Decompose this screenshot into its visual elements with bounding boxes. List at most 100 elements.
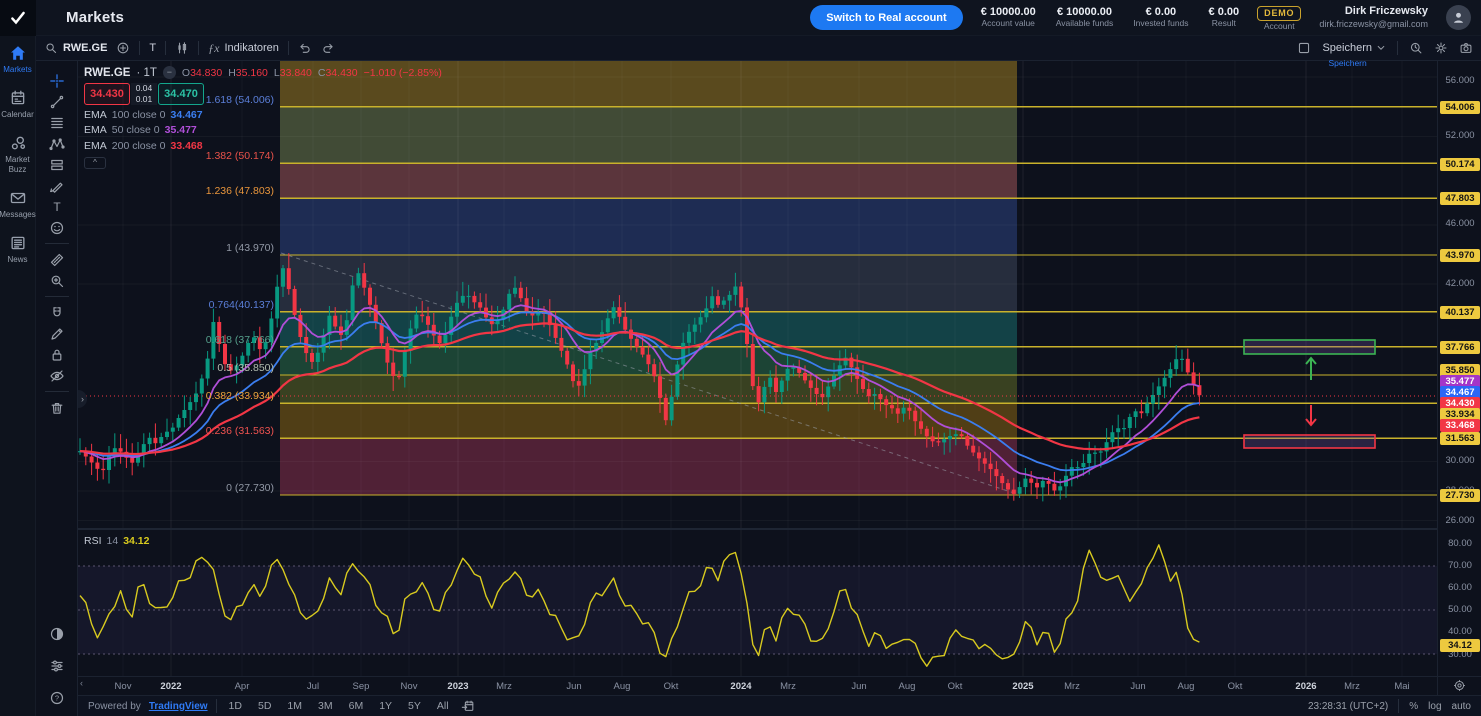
trend-line-tool[interactable] (44, 91, 70, 112)
crosshair-tool[interactable] (44, 70, 70, 91)
year-tick: 2025 (1006, 681, 1040, 692)
timeframe-all[interactable]: All (433, 699, 453, 713)
measure-tool[interactable] (44, 249, 70, 270)
demo-badge: DEMO (1257, 6, 1301, 21)
timeframe-1y[interactable]: 1Y (375, 699, 396, 713)
axis-settings-corner[interactable] (1438, 676, 1481, 695)
chart-properties[interactable] (44, 655, 70, 676)
month-tick: Jun (1121, 681, 1155, 692)
indicator-legend-row[interactable]: EMA200 close 033.468 (84, 140, 442, 152)
redo-button[interactable] (321, 41, 335, 55)
ruler-icon (49, 252, 65, 268)
timeframe-5d[interactable]: 5D (254, 699, 275, 713)
legend-collapse-button[interactable]: ^ (84, 157, 106, 169)
tradingview-link[interactable]: TradingView (149, 701, 208, 712)
zoom-in-tool[interactable] (44, 270, 70, 291)
fib-level-label: 0.618 (37.766) (78, 334, 274, 346)
go-to-date-button[interactable] (461, 699, 475, 713)
sidebar-item-label: Markets (3, 65, 31, 74)
app-sidebar: Markets Calendar Market Buzz Messages News (0, 36, 36, 716)
chart-legend: RWE.GE · 1T − O34.830 H35.160 L33.840 C3… (84, 66, 442, 169)
fib-retracement-tool[interactable] (44, 112, 70, 133)
pattern-tool[interactable] (44, 133, 70, 154)
percent-scale-button[interactable]: % (1409, 701, 1418, 712)
month-tick: Okt (938, 681, 972, 692)
auto-scale-button[interactable]: auto (1452, 701, 1471, 712)
hide-series-icon[interactable]: − (163, 66, 176, 79)
text-tool[interactable]: T (44, 196, 70, 217)
user-name: Dirk Friczewsky (1319, 5, 1428, 19)
legend-symbol[interactable]: RWE.GE (84, 67, 130, 79)
trash-icon (49, 400, 65, 416)
log-scale-button[interactable]: log (1428, 701, 1441, 712)
pane-resize-handle[interactable] (78, 528, 1437, 530)
sidebar-item-news[interactable]: News (0, 234, 36, 264)
save-layout-button[interactable]: Speichern Speichern (1322, 42, 1386, 54)
sidebar-item-calendar[interactable]: Calendar (0, 89, 36, 119)
timeframe-3m[interactable]: 3M (314, 699, 337, 713)
drawing-mode[interactable] (44, 323, 70, 344)
timeframe-1m[interactable]: 1M (283, 699, 306, 713)
switch-to-real-account-button[interactable]: Switch to Real account (810, 5, 962, 30)
magnet-mode[interactable] (44, 302, 70, 323)
year-tick: 2023 (441, 681, 475, 692)
chart-plot-area[interactable]: RWE.GE · 1T − O34.830 H35.160 L33.840 C3… (78, 61, 1437, 695)
sidebar-item-markets[interactable]: Markets (0, 44, 36, 74)
price-axis-label: 50.00 (1438, 604, 1481, 615)
rsi-pane-collapse-arrow[interactable]: ‹ (80, 678, 83, 688)
app-logo[interactable] (0, 0, 36, 36)
compare-add-symbol-button[interactable] (116, 41, 130, 55)
save-label: Speichern (1322, 42, 1372, 54)
lock-drawings[interactable] (44, 344, 70, 365)
indicators-button[interactable]: ƒx Indikatoren (208, 41, 279, 56)
month-tick: Aug (605, 681, 639, 692)
hide-drawings[interactable] (44, 365, 70, 386)
rsi-period: 14 (107, 535, 119, 547)
timeframe-1d[interactable]: 1D (225, 699, 246, 713)
interval-button[interactable]: T (149, 42, 156, 54)
indicator-legend-row[interactable]: EMA50 close 035.477 (84, 124, 442, 136)
price-axis[interactable]: 56.00052.00046.00042.00032.00030.00028.0… (1437, 61, 1481, 695)
timeframe-6m[interactable]: 6M (345, 699, 368, 713)
brush-tool[interactable] (44, 175, 70, 196)
low-value: 33.840 (280, 67, 312, 79)
timeframe-5y[interactable]: 5Y (404, 699, 425, 713)
help[interactable]: ? (44, 687, 70, 708)
indicator-legend-row[interactable]: EMA100 close 034.467 (84, 109, 442, 121)
plus-circle-icon (116, 41, 130, 55)
high-value: 35.160 (236, 67, 268, 79)
crosshair-icon (49, 73, 65, 89)
chart-style-button[interactable] (175, 41, 189, 55)
theme-contrast[interactable] (44, 623, 70, 644)
eyeoff-icon (49, 368, 65, 384)
rsi-chart-canvas[interactable] (78, 530, 1437, 676)
fib-level-label: 1.236 (47.803) (78, 185, 274, 197)
forecast-tool[interactable] (44, 154, 70, 175)
toolbar-divider (198, 41, 199, 55)
ema-value: 33.468 (170, 140, 202, 152)
chart-toolbar-right: Speichern Speichern (1297, 41, 1473, 55)
sell-button[interactable]: 34.430 (84, 83, 130, 105)
person-icon (1451, 10, 1466, 25)
buy-button[interactable]: 34.470 (158, 83, 204, 105)
sidebar-item-market-buzz[interactable]: Market Buzz (0, 134, 36, 173)
layout-select-button[interactable] (1297, 41, 1311, 55)
stat-value: € 0.00 (1133, 6, 1188, 19)
time-axis[interactable]: Nov2022AprJulSepNov2023MrzJunAugOkt2024M… (78, 676, 1437, 695)
zoomin-icon (49, 273, 65, 289)
avatar[interactable] (1446, 5, 1471, 30)
emoji-tool[interactable] (44, 217, 70, 238)
remove-drawings[interactable] (44, 397, 70, 418)
page-title: Markets (66, 9, 124, 26)
sidebar-item-label: Market Buzz (0, 155, 36, 173)
undo-button[interactable] (298, 41, 312, 55)
symbol-search-button[interactable]: RWE.GE (44, 41, 107, 55)
year-tick: 2022 (154, 681, 188, 692)
trend-icon (49, 94, 65, 110)
sidebar-item-messages[interactable]: Messages (0, 189, 36, 219)
close-value: 34.430 (325, 67, 357, 79)
snapshot-button[interactable] (1459, 41, 1473, 55)
alert-button[interactable] (1409, 41, 1423, 55)
chart-settings-button[interactable] (1434, 41, 1448, 55)
price-axis-label: 60.00 (1438, 582, 1481, 593)
